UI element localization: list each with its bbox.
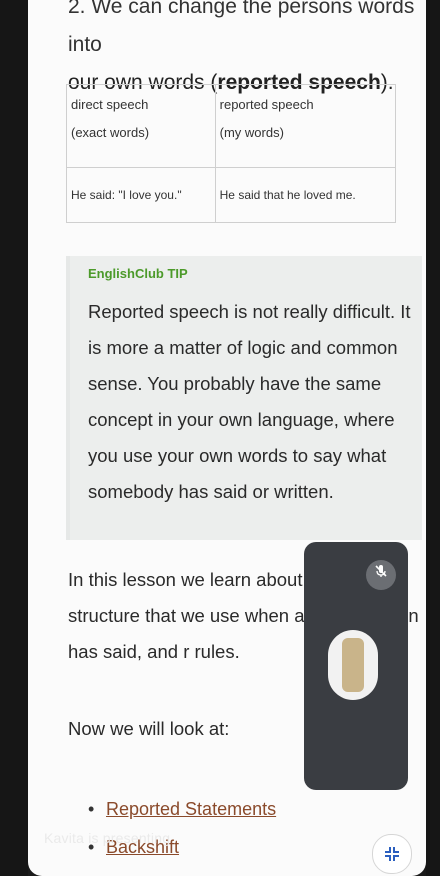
avatar-figure [342, 638, 364, 692]
collapse-icon [385, 847, 399, 861]
mic-off-icon [366, 560, 396, 590]
reported-statements-link[interactable]: Reported Statements [106, 799, 276, 819]
right-frame [426, 0, 440, 876]
table-cell: He said: "I love you." [66, 167, 216, 223]
tip-box: EnglishClub TIP Reported speech is not r… [66, 256, 422, 540]
list-item: Reported Statements [88, 790, 276, 828]
header-line: reported speech [219, 97, 314, 112]
paragraph-prefix: In this lesson we learn about [68, 569, 308, 590]
header-line: direct speech [71, 97, 149, 112]
left-frame [0, 0, 28, 876]
mic-off-glyph [375, 565, 387, 577]
topic-list: Reported Statements Backshift [88, 790, 276, 866]
table-header-row: direct speech (exact words) reported spe… [66, 84, 397, 168]
intro-cut-line: 2. We can change the persons words into [68, 0, 415, 56]
participant-avatar [328, 630, 378, 700]
presenting-label: Kavita is presenting [44, 830, 171, 846]
now-text: Now we will look at: [68, 718, 230, 739]
speech-comparison-table: direct speech (exact words) reported spe… [66, 84, 397, 223]
collapse-button[interactable] [372, 834, 412, 874]
table-cell: He said that he loved me. [214, 167, 397, 223]
tip-text: Reported speech is not really difficult.… [88, 301, 411, 502]
table-header-cell: direct speech (exact words) [66, 84, 216, 168]
tip-label: EnglishClub TIP [88, 266, 188, 281]
table-header-cell: reported speech (my words) [214, 84, 397, 168]
table-row: He said: "I love you." He said that he l… [66, 167, 397, 223]
header-line: (my words) [219, 125, 284, 140]
video-tile[interactable] [304, 542, 408, 790]
header-line: (exact words) [71, 125, 150, 140]
